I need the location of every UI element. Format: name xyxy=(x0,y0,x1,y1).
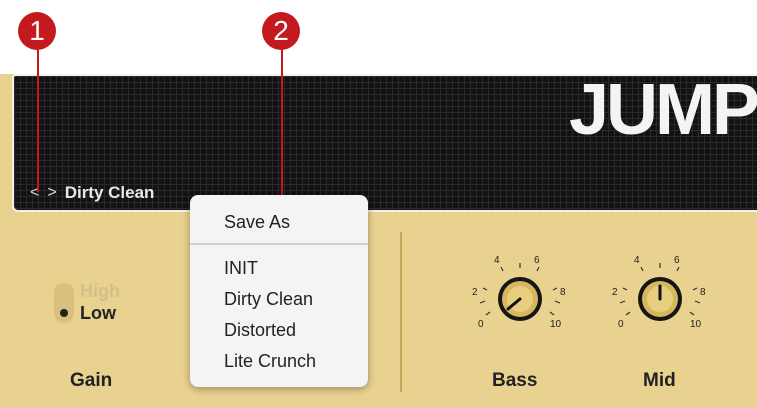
mid-scale-0: 0 xyxy=(618,319,624,330)
menu-item-init[interactable]: INIT xyxy=(190,253,368,284)
amp-logo: JUMP xyxy=(568,70,757,150)
mid-scale-8: 8 xyxy=(700,287,706,298)
menu-separator xyxy=(190,243,368,245)
bass-scale-6: 6 xyxy=(534,255,540,266)
bass-scale-8: 8 xyxy=(560,287,566,298)
mid-scale-6: 6 xyxy=(674,255,680,266)
callout-1-line xyxy=(37,40,39,192)
preset-name[interactable]: Dirty Clean xyxy=(65,183,155,203)
next-preset-button[interactable]: > xyxy=(47,184,56,202)
bass-scale-10: 10 xyxy=(550,319,562,330)
preset-menu: Save As INIT Dirty Clean Distorted Lite … xyxy=(190,195,368,387)
menu-item-lite-crunch[interactable]: Lite Crunch xyxy=(190,346,368,377)
bass-scale-2: 2 xyxy=(472,287,478,298)
switch-dot xyxy=(60,309,68,317)
mid-label: Mid xyxy=(643,370,676,391)
menu-item-dirty-clean[interactable]: Dirty Clean xyxy=(190,284,368,315)
mid-scale-4: 4 xyxy=(634,255,640,266)
bass-scale-4: 4 xyxy=(494,255,500,266)
callout-2-badge: 2 xyxy=(262,12,300,50)
preset-bar: < > Dirty Clean xyxy=(30,183,154,203)
mid-knob[interactable]: 0 2 4 6 8 10 xyxy=(610,253,710,333)
menu-item-save-as[interactable]: Save As xyxy=(190,207,368,238)
callout-2-line xyxy=(281,40,283,198)
callout-1-badge: 1 xyxy=(18,12,56,50)
gain-label: Gain xyxy=(70,370,113,391)
menu-item-distorted[interactable]: Distorted xyxy=(190,315,368,346)
switch-low-label[interactable]: Low xyxy=(80,303,116,324)
switch-high-label[interactable]: High xyxy=(80,281,120,302)
mid-scale-2: 2 xyxy=(612,287,618,298)
section-divider xyxy=(400,232,402,392)
mid-scale-10: 10 xyxy=(690,319,702,330)
bass-scale-0: 0 xyxy=(478,319,484,330)
switch-track[interactable] xyxy=(54,283,74,323)
bass-knob[interactable]: 0 2 4 6 8 10 xyxy=(470,253,570,333)
bass-label: Bass xyxy=(492,370,538,391)
